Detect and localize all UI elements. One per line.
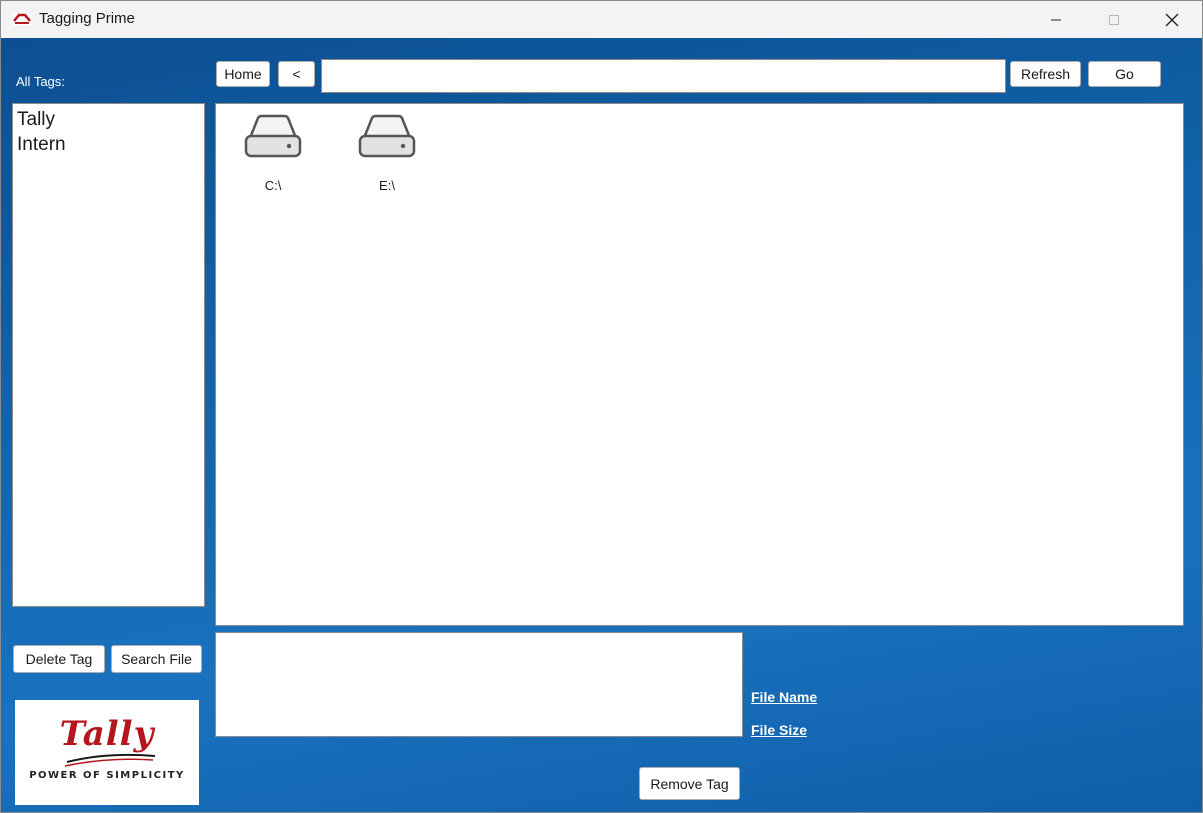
file-name-link[interactable]: File Name	[751, 689, 817, 705]
close-button[interactable]	[1143, 1, 1201, 38]
path-input[interactable]	[321, 59, 1006, 93]
file-browser-pane[interactable]: C:\ E:\	[215, 103, 1184, 626]
delete-tag-button[interactable]: Delete Tag	[13, 645, 105, 673]
tags-list[interactable]: Tally Intern	[12, 103, 205, 607]
logo-tagline: POWER OF SIMPLICITY	[29, 770, 185, 781]
drive-label: C:\	[264, 178, 282, 193]
remove-tag-button[interactable]: Remove Tag	[639, 767, 740, 800]
drive-label: E:\	[379, 178, 395, 193]
minimize-icon	[1051, 19, 1061, 20]
refresh-button[interactable]: Refresh	[1010, 61, 1081, 87]
tag-item-tally[interactable]: Tally	[17, 107, 200, 132]
minimize-button[interactable]	[1027, 1, 1085, 38]
all-tags-label: All Tags:	[16, 74, 65, 89]
drive-item-e[interactable]: E:\	[347, 112, 427, 202]
window-title: Tagging Prime	[39, 10, 135, 27]
maximize-icon	[1109, 14, 1119, 25]
close-icon	[1165, 13, 1179, 26]
tally-logo: Tally POWER OF SIMPLICITY	[15, 700, 199, 805]
app-logo-icon	[12, 13, 32, 25]
hard-drive-icon	[358, 114, 416, 158]
file-size-link[interactable]: File Size	[751, 722, 807, 738]
back-button[interactable]: <	[278, 61, 315, 87]
main-panel: All Tags: Tally Intern Home < Refresh Go…	[1, 38, 1202, 812]
drive-item-c[interactable]: C:\	[233, 112, 313, 202]
logo-wordmark: Tally	[59, 714, 155, 754]
app-window: Tagging Prime All Tags: Tally Intern Hom…	[0, 0, 1203, 813]
go-button[interactable]: Go	[1088, 61, 1161, 87]
search-file-button[interactable]: Search File	[111, 645, 202, 673]
maximize-button[interactable]	[1085, 1, 1143, 38]
home-button[interactable]: Home	[216, 61, 270, 87]
tag-input[interactable]	[215, 632, 743, 737]
hard-drive-icon	[244, 114, 302, 158]
title-bar[interactable]: Tagging Prime	[1, 1, 1202, 38]
tag-item-intern[interactable]: Intern	[17, 132, 200, 157]
